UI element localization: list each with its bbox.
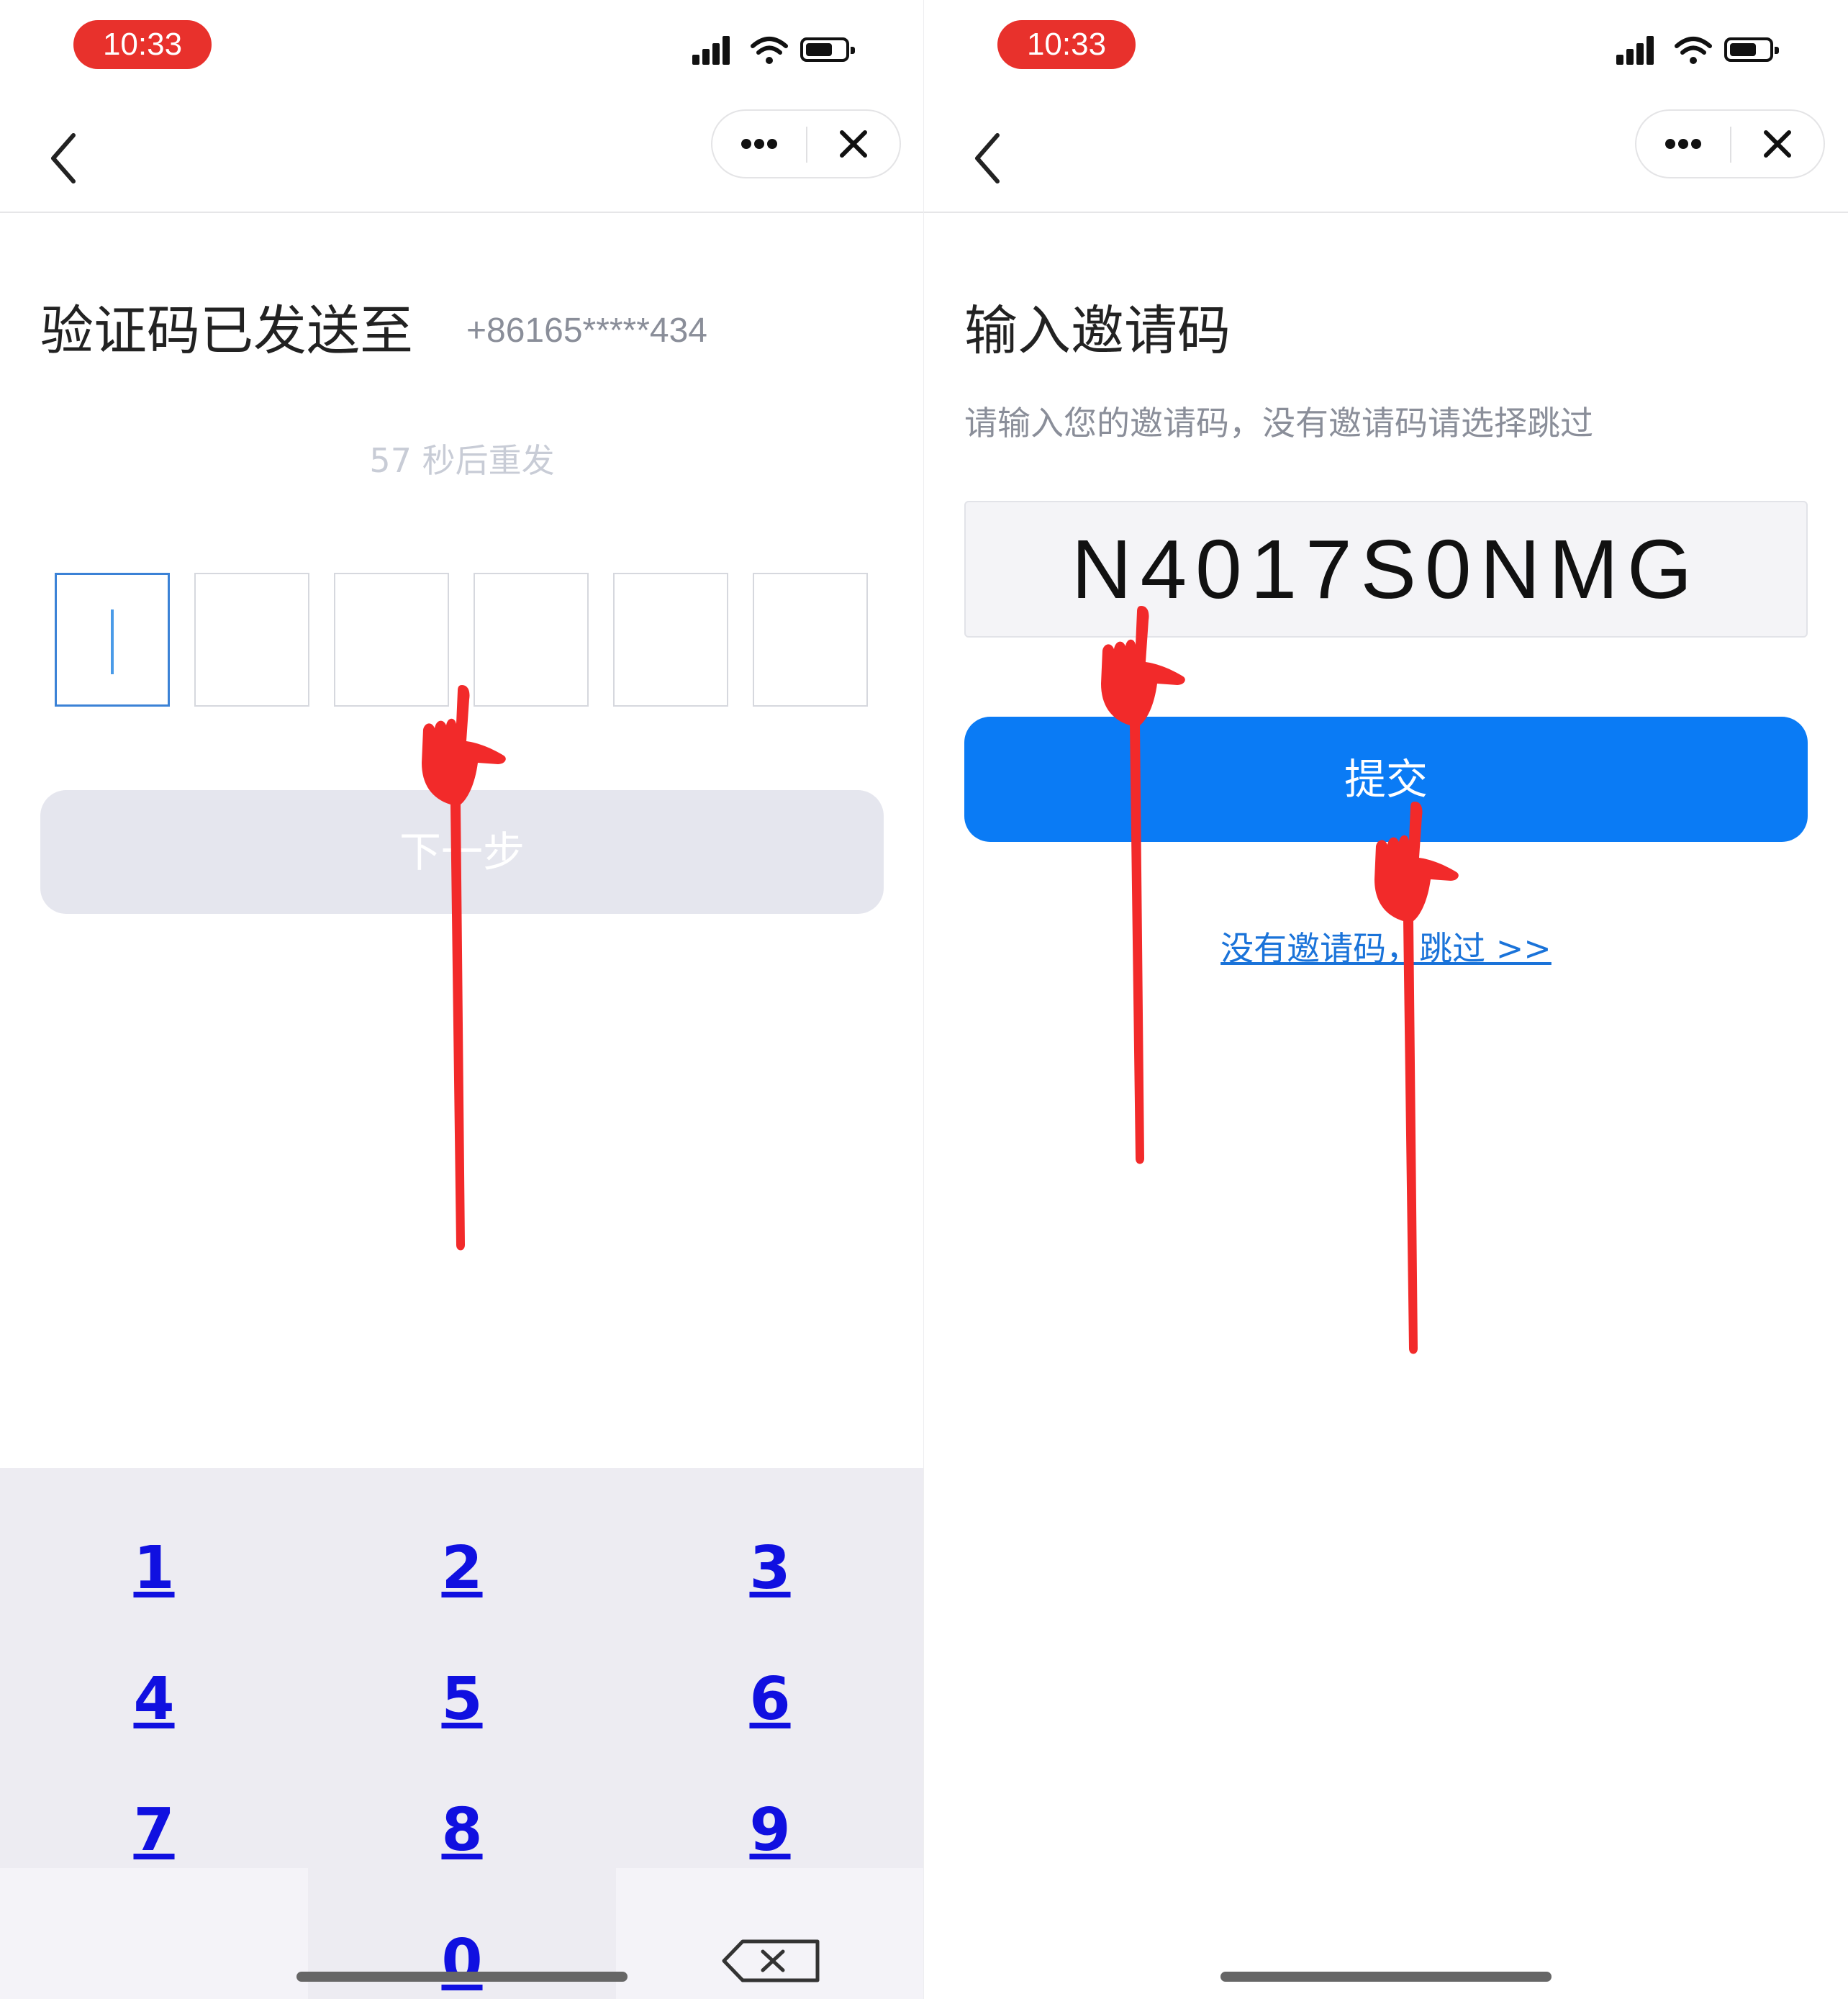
key-6[interactable]: 6	[616, 1635, 924, 1764]
text-caret	[111, 609, 114, 674]
key-1[interactable]: 1	[0, 1504, 308, 1633]
status-icons	[692, 35, 865, 71]
back-icon[interactable]	[969, 130, 1012, 187]
pointer-hand-icon	[422, 685, 506, 1251]
pointer-hand-icon	[1101, 606, 1185, 1164]
phone-number: +86165*****434	[466, 312, 707, 350]
screen-invite-code: 10:33 输入邀请码 请输入您的邀请码，没有邀请码请选择跳过 提交 没有邀请码…	[924, 0, 1848, 1999]
page-title: 验证码已发送至	[40, 300, 413, 362]
code-cell[interactable]	[55, 573, 170, 707]
key-8[interactable]: 8	[308, 1766, 616, 1895]
pointer-hand-icon	[1374, 802, 1459, 1354]
nav-bar	[0, 101, 924, 213]
close-icon[interactable]	[807, 111, 900, 177]
more-icon[interactable]	[712, 111, 806, 177]
wifi-icon	[1675, 37, 1712, 64]
signal-icon	[692, 36, 738, 65]
wifi-icon	[751, 37, 788, 64]
mini-program-capsule	[711, 109, 901, 178]
key-blank	[0, 1868, 308, 1999]
key-5[interactable]: 5	[308, 1635, 616, 1764]
key-2[interactable]: 2	[308, 1504, 616, 1633]
status-time: 10:33	[997, 20, 1136, 69]
status-icons	[1616, 35, 1789, 71]
key-3[interactable]: 3	[616, 1504, 924, 1633]
page-subtitle: 请输入您的邀请码，没有邀请码请选择跳过	[964, 404, 1593, 443]
resend-countdown: 57 秒后重发	[369, 441, 555, 480]
numeric-keypad: 1 2 3 4 5 6 7 8 9 0	[0, 1468, 924, 1999]
close-icon[interactable]	[1731, 111, 1824, 177]
back-icon[interactable]	[45, 130, 88, 187]
home-indicator	[1220, 1972, 1552, 1982]
status-time: 10:33	[73, 20, 212, 69]
battery-icon	[1724, 37, 1779, 62]
screen-verification-code: 10:33 验证码已发送至 +86165*****434 57 秒后重发 下一步…	[0, 0, 924, 1999]
key-0[interactable]: 0	[308, 1897, 616, 1999]
battery-icon	[800, 37, 855, 62]
home-indicator	[296, 1972, 628, 1982]
code-cell[interactable]	[194, 573, 309, 707]
page-title: 输入邀请码	[964, 300, 1231, 362]
mini-program-capsule	[1635, 109, 1825, 178]
nav-bar	[924, 101, 1848, 213]
backspace-icon[interactable]	[616, 1897, 924, 1999]
code-cell[interactable]	[753, 573, 868, 707]
more-icon[interactable]	[1636, 111, 1730, 177]
code-cell[interactable]	[613, 573, 728, 707]
key-4[interactable]: 4	[0, 1635, 308, 1764]
signal-icon	[1616, 36, 1662, 65]
